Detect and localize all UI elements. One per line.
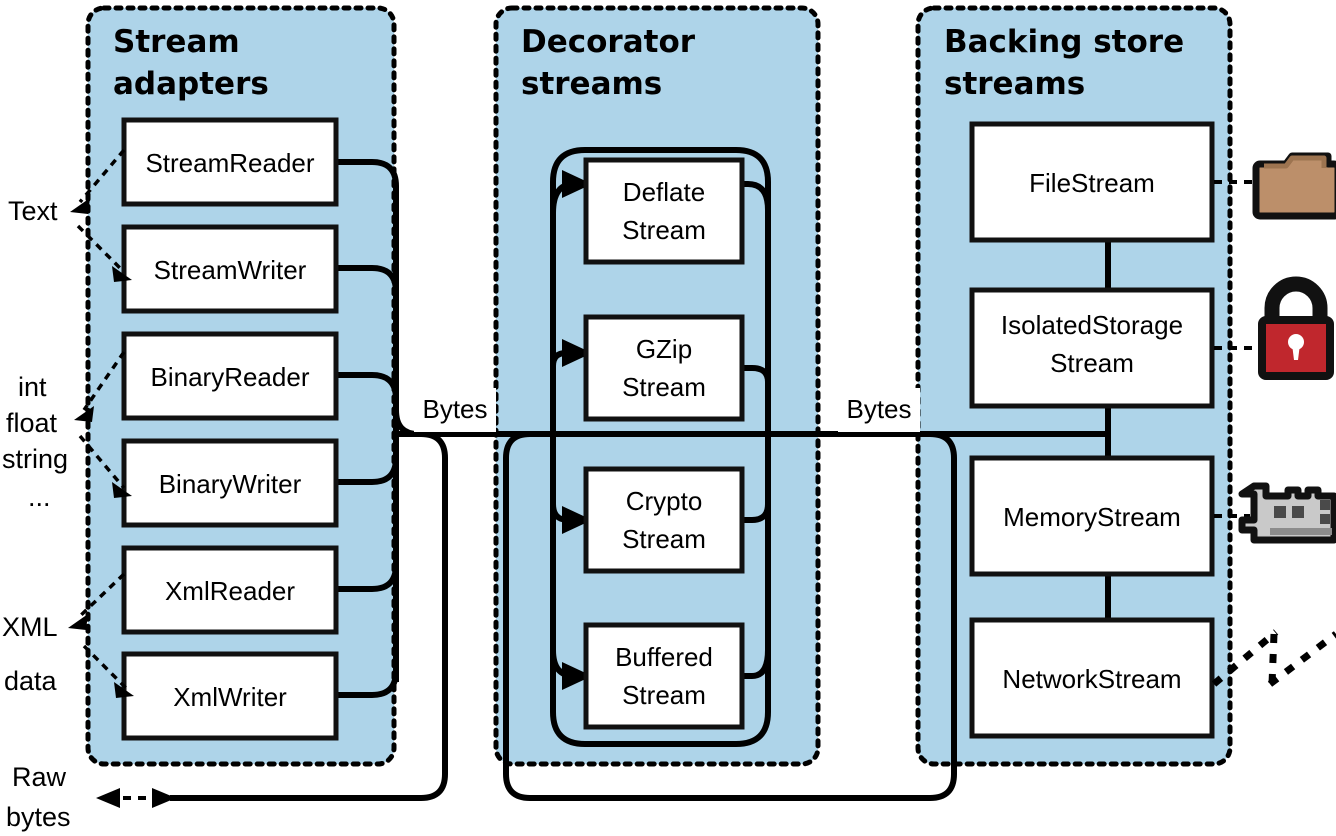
- memory-chip-icon-pins: [1270, 528, 1332, 535]
- node-label-line-2: Stream: [622, 372, 706, 402]
- node-label: BinaryReader: [151, 362, 310, 392]
- node-label: XmlWriter: [173, 682, 287, 712]
- memory-chip-icon-block-2: [1292, 506, 1304, 518]
- arrowhead-xml-up: [68, 614, 88, 630]
- node-binarywriter[interactable]: BinaryWriter: [121, 438, 339, 528]
- panel-title-line-1: Stream: [113, 24, 240, 60]
- left-label-xml-line-2: data: [4, 666, 58, 696]
- node-deflatestream[interactable]: Deflate Stream: [583, 157, 745, 265]
- left-label-raw-bytes-line-2: bytes: [6, 802, 71, 832]
- node-xmlreader[interactable]: XmlReader: [121, 545, 339, 635]
- node-gzipstream[interactable]: GZip Stream: [583, 314, 745, 422]
- node-label: FileStream: [1029, 168, 1155, 198]
- node-streamwriter[interactable]: StreamWriter: [121, 224, 339, 314]
- memory-chip-icon-block-3: [1320, 500, 1330, 510]
- left-label-primitives-line-1: int: [18, 372, 47, 402]
- bytes-label-right: Bytes: [846, 394, 911, 424]
- node-xmlwriter[interactable]: XmlWriter: [121, 651, 339, 741]
- node-box[interactable]: [583, 622, 745, 730]
- node-label-line-1: GZip: [636, 334, 692, 364]
- node-isolatedstoragestream[interactable]: IsolatedStorage Stream: [969, 287, 1215, 409]
- diagram-canvas: Stream adapters Decorator streams Backin…: [0, 0, 1336, 836]
- left-label-primitives-line-2: float: [6, 408, 58, 438]
- node-label-line-1: IsolatedStorage: [1001, 310, 1183, 340]
- node-label: NetworkStream: [1002, 664, 1181, 694]
- node-label: StreamWriter: [154, 255, 307, 285]
- lock-icon: [1258, 276, 1334, 380]
- stream-architecture-diagram: Stream adapters Decorator streams Backin…: [2, 5, 1336, 832]
- node-binaryreader[interactable]: BinaryReader: [121, 331, 339, 421]
- panel-title-line-2: streams: [944, 66, 1085, 102]
- node-label-line-2: Stream: [622, 524, 706, 554]
- left-label-text-line-1: Text: [8, 196, 58, 226]
- arrowhead-raw-bytes-left: [96, 788, 120, 808]
- panel-title-line-1: Decorator: [521, 24, 696, 60]
- node-box[interactable]: [583, 314, 745, 422]
- left-label-primitives-line-3: string: [2, 444, 68, 474]
- node-label-line-2: Stream: [1050, 348, 1134, 378]
- node-bufferedstream[interactable]: Buffered Stream: [583, 622, 745, 730]
- node-label-line-2: Stream: [622, 680, 706, 710]
- panel-title-line-2: adapters: [113, 66, 269, 102]
- left-label-xml-line-1: XML: [2, 612, 58, 642]
- node-memorystream[interactable]: MemoryStream: [969, 455, 1215, 577]
- node-label-line-1: Crypto: [626, 486, 703, 516]
- network-line-right: [1267, 631, 1336, 687]
- node-label: BinaryWriter: [159, 469, 302, 499]
- node-label-line-1: Deflate: [623, 177, 705, 207]
- panel-title-line-2: streams: [521, 66, 662, 102]
- memory-chip-icon-block-4: [1320, 514, 1330, 524]
- node-box[interactable]: [583, 157, 745, 265]
- network-line-down: [1268, 633, 1278, 685]
- node-networkstream[interactable]: NetworkStream: [969, 617, 1215, 739]
- node-label-line-2: Stream: [622, 215, 706, 245]
- node-box[interactable]: [583, 466, 745, 574]
- node-label: XmlReader: [165, 576, 295, 606]
- memory-chip-icon-block-1: [1274, 506, 1286, 518]
- folder-icon: [1252, 152, 1336, 220]
- left-label-primitives-line-4: ...: [28, 482, 51, 512]
- node-cryptostream[interactable]: Crypto Stream: [583, 466, 745, 574]
- node-label: StreamReader: [145, 148, 314, 178]
- node-filestream[interactable]: FileStream: [969, 121, 1215, 243]
- arrowhead-raw-bytes-right: [152, 788, 176, 808]
- bytes-label-left: Bytes: [422, 394, 487, 424]
- panel-title-line-1: Backing store: [944, 24, 1184, 60]
- memory-chip-icon: [1238, 482, 1336, 544]
- left-label-raw-bytes: Raw bytes: [6, 762, 71, 832]
- left-label-raw-bytes-line-1: Raw: [12, 762, 67, 792]
- node-label-line-1: Buffered: [615, 642, 713, 672]
- node-label: MemoryStream: [1003, 502, 1181, 532]
- node-streamreader[interactable]: StreamReader: [121, 117, 339, 207]
